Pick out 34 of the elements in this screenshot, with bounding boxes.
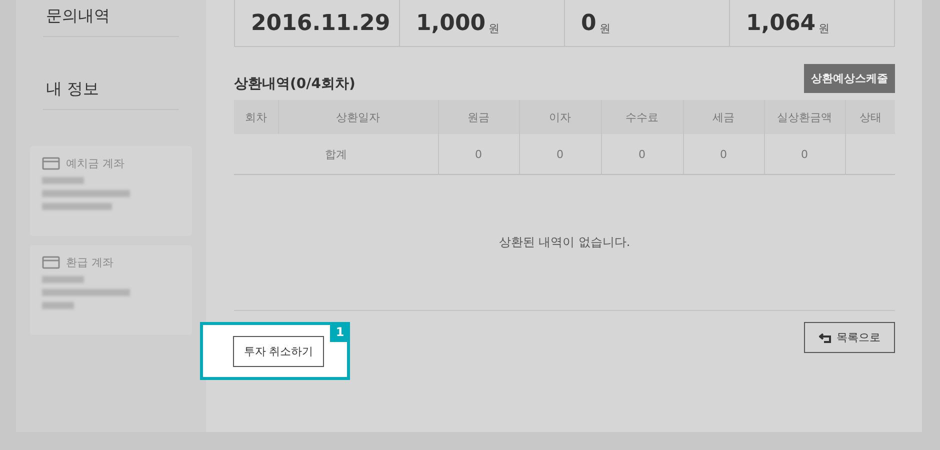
empty-message: 상환된 내역이 없습니다.	[498, 234, 630, 251]
table-cell: 0	[601, 134, 683, 174]
back-to-list-button[interactable]: 목록으로	[804, 322, 895, 353]
table-cell: 0	[519, 134, 601, 174]
cancel-investment-button[interactable]: 투자 취소하기	[233, 336, 324, 366]
column-header: 세금	[683, 100, 764, 134]
table-cell: 0	[438, 134, 519, 174]
schedule-button[interactable]: 상환예상스케줄	[804, 64, 895, 93]
card-icon	[42, 157, 60, 170]
column-header: 수수료	[601, 100, 683, 134]
table-cell: 0	[764, 134, 845, 174]
step-badge: 1	[330, 322, 350, 342]
table-cell: 합계	[234, 134, 438, 174]
unit-label: 원	[818, 21, 830, 36]
account-title: 환급 계좌	[66, 255, 114, 270]
summary-value: 1,000	[416, 11, 486, 36]
column-header: 회차	[234, 100, 278, 134]
section-title: 상환내역(0/4회차)	[234, 75, 356, 93]
summary-value: 0	[581, 11, 596, 36]
sidebar-menu-item[interactable]: 내 정보	[30, 73, 192, 109]
return-arrow-icon	[818, 332, 832, 342]
summary-value: 2016.11.29	[251, 11, 390, 36]
sidebar-menu-item[interactable]: 문의내역	[30, 0, 192, 36]
account-title: 예치금 계좌	[66, 156, 124, 171]
column-header: 상환일자	[278, 100, 438, 134]
column-header: 원금	[438, 100, 519, 134]
table-cell: 0	[683, 134, 764, 174]
unit-label: 원	[599, 21, 610, 36]
summary-value: 1,064	[746, 11, 816, 36]
unit-label: 원	[488, 21, 500, 36]
column-header: 이자	[519, 100, 601, 134]
card-icon	[42, 256, 60, 269]
column-header: 실상환금액	[764, 100, 845, 134]
column-header: 상태	[845, 100, 895, 134]
